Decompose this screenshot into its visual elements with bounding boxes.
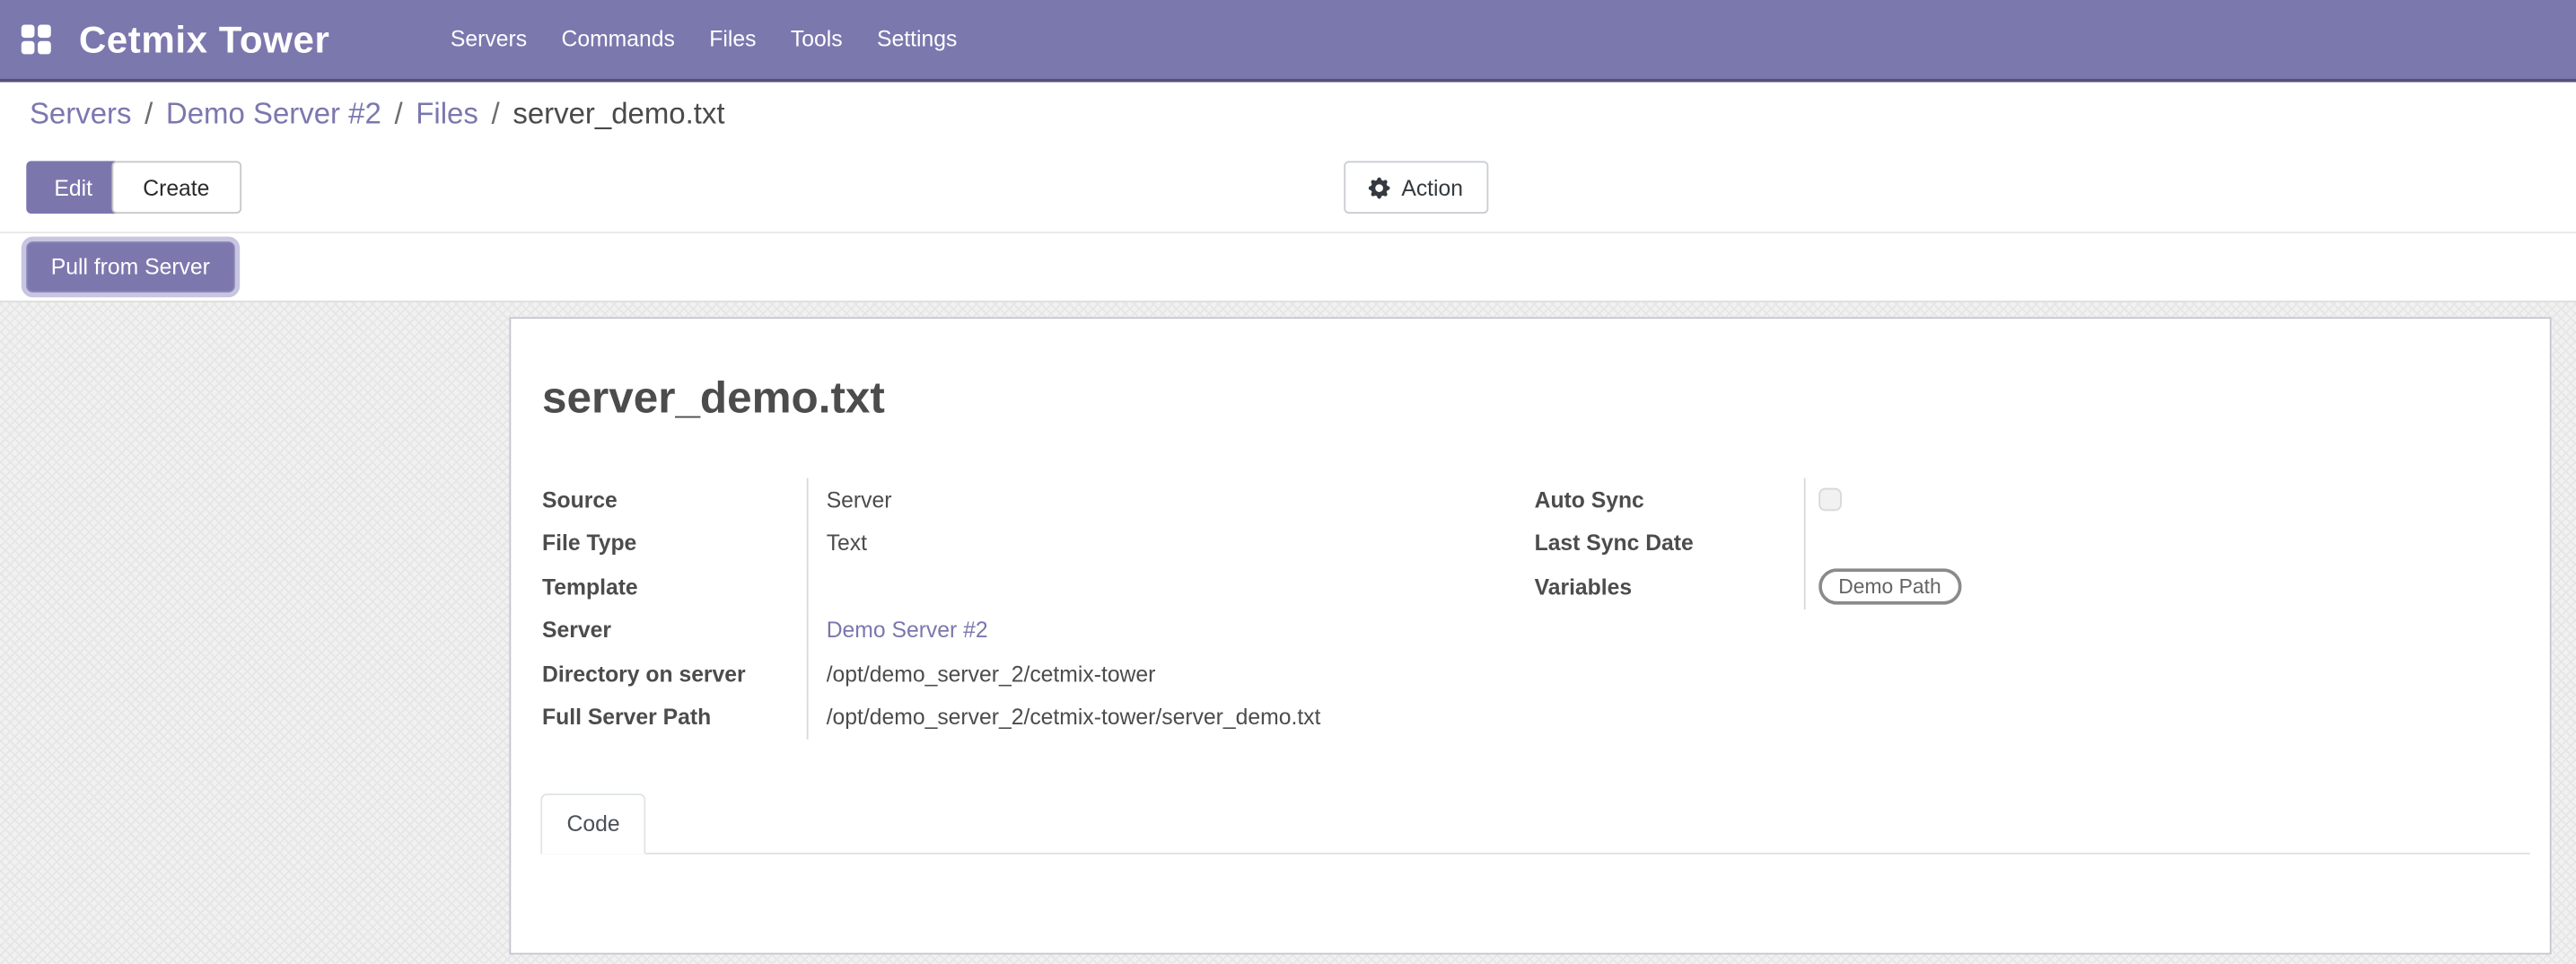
field-label-file-type: File Type: [542, 531, 807, 556]
field-row-directory: Directory on server /opt/demo_server_2/c…: [542, 653, 1495, 697]
field-value-template: [807, 565, 1495, 609]
object-buttons-row: Pull from Server: [0, 233, 2576, 302]
control-panel-buttons: Edit Create Action: [0, 145, 2576, 232]
field-label-template: Template: [542, 574, 807, 599]
field-label-last-sync: Last Sync Date: [1535, 531, 1804, 556]
field-value-last-sync: [1804, 521, 2471, 565]
field-value-auto-sync: [1804, 478, 2471, 522]
field-group-left: Source Server File Type Text Template Se…: [542, 478, 1495, 740]
field-label-full-path: Full Server Path: [542, 705, 807, 730]
field-row-variables: Variables Demo Path: [1535, 565, 2471, 609]
edit-button[interactable]: Edit: [26, 161, 120, 214]
field-value-directory: /opt/demo_server_2/cetmix-tower: [807, 653, 1495, 697]
field-row-template: Template: [542, 565, 1495, 609]
field-row-source: Source Server: [542, 478, 1495, 522]
record-title: server_demo.txt: [542, 373, 885, 425]
app-window: Cetmix Tower Servers Commands Files Tool…: [0, 0, 2576, 963]
top-navbar: Cetmix Tower Servers Commands Files Tool…: [0, 0, 2576, 83]
breadcrumb: Servers / Demo Server #2 / Files / serve…: [0, 83, 2576, 145]
breadcrumb-separator: /: [492, 96, 500, 130]
form-view-background: server_demo.txt Source Server File Type …: [0, 302, 2576, 964]
breadcrumb-separator: /: [145, 96, 153, 130]
tabbar-divider: [540, 853, 2530, 854]
field-value-variables: Demo Path: [1804, 565, 2471, 609]
field-row-server: Server Demo Server #2: [542, 609, 1495, 653]
brand-title[interactable]: Cetmix Tower: [79, 17, 330, 61]
field-label-source: Source: [542, 487, 807, 512]
field-value-full-path: /opt/demo_server_2/cetmix-tower/server_d…: [807, 696, 1495, 740]
breadcrumb-separator: /: [394, 96, 402, 130]
field-group-right: Auto Sync Last Sync Date Variables Demo …: [1535, 478, 2471, 609]
create-button[interactable]: Create: [111, 161, 241, 214]
auto-sync-checkbox[interactable]: [1818, 488, 1842, 512]
tab-code[interactable]: Code: [540, 793, 646, 854]
field-value-server-link[interactable]: Demo Server #2: [807, 609, 1495, 653]
breadcrumb-current: server_demo.txt: [513, 96, 724, 130]
breadcrumb-link-servers[interactable]: Servers: [30, 96, 132, 130]
action-button-label: Action: [1401, 175, 1463, 199]
main-menu: Servers Commands Files Tools Settings: [434, 0, 975, 79]
nav-item-files[interactable]: Files: [692, 0, 774, 79]
field-label-variables: Variables: [1535, 574, 1804, 599]
nav-item-settings[interactable]: Settings: [860, 0, 975, 79]
nav-item-tools[interactable]: Tools: [774, 0, 860, 79]
gear-icon: [1369, 177, 1390, 198]
field-row-full-path: Full Server Path /opt/demo_server_2/cetm…: [542, 696, 1495, 740]
field-label-auto-sync: Auto Sync: [1535, 487, 1804, 512]
apps-grid-icon[interactable]: [22, 24, 51, 54]
field-value-file-type: Text: [807, 521, 1495, 565]
form-sheet: server_demo.txt Source Server File Type …: [509, 317, 2551, 954]
field-row-auto-sync: Auto Sync: [1535, 478, 2471, 522]
field-value-source: Server: [807, 478, 1495, 522]
nav-item-servers[interactable]: Servers: [434, 0, 545, 79]
action-button[interactable]: Action: [1344, 161, 1487, 214]
variable-tag-demo-path: Demo Path: [1818, 569, 1960, 605]
breadcrumb-link-files[interactable]: Files: [416, 96, 478, 130]
breadcrumb-link-demo-server[interactable]: Demo Server #2: [166, 96, 381, 130]
nav-item-commands[interactable]: Commands: [544, 0, 692, 79]
field-row-last-sync: Last Sync Date: [1535, 521, 2471, 565]
pull-from-server-button[interactable]: Pull from Server: [26, 241, 234, 293]
field-label-directory: Directory on server: [542, 662, 807, 686]
field-row-file-type: File Type Text: [542, 521, 1495, 565]
field-label-server: Server: [542, 618, 807, 643]
